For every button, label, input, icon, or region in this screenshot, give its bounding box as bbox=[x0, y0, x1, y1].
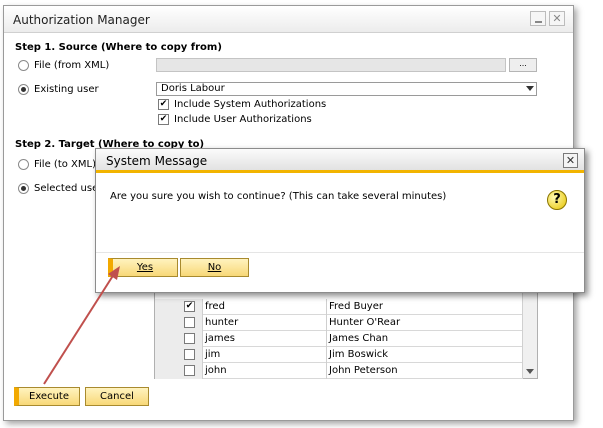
annotation-arrow bbox=[43, 266, 120, 385]
arrow-head bbox=[108, 266, 120, 280]
arrow-line bbox=[43, 273, 115, 385]
